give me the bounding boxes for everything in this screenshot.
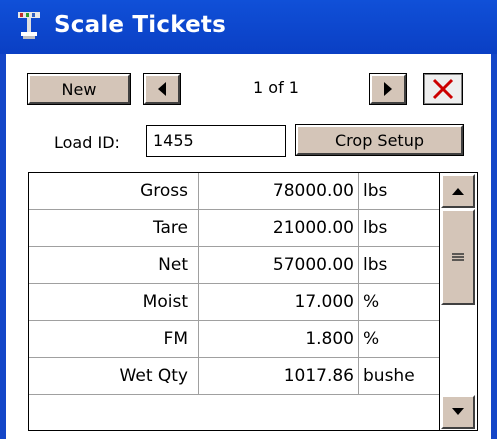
row-unit: % [363,292,380,312]
row-unit: bushe [363,366,415,386]
row-value[interactable]: 57000.00 [199,247,359,283]
triangle-down-icon [452,408,464,415]
row-unit: % [363,329,380,349]
row-unit: lbs [363,181,388,201]
load-id-label: Load ID: [54,133,120,152]
table-row[interactable]: Wet Qty 1017.86 bushe [29,358,439,395]
window-title: Scale Tickets [54,12,226,38]
grip-icon [452,253,464,261]
red-x-icon [432,78,454,100]
row-unit: lbs [363,218,388,238]
scroll-thumb[interactable] [441,209,475,305]
row-unit: lbs [363,255,388,275]
row-value[interactable]: 21000.00 [199,210,359,246]
triangle-right-icon [384,82,392,96]
row-label: Tare [29,210,199,246]
load-id-input[interactable]: 1455 [146,125,286,157]
record-counter: 1 of 1 [253,78,299,97]
row-value[interactable]: 78000.00 [199,173,359,209]
delete-button[interactable] [423,73,463,105]
row-label: FM [29,321,199,357]
ticket-grid[interactable]: Gross 78000.00 lbs Tare 21000.00 lbs Net… [28,172,478,431]
row-label: Wet Qty [29,358,199,394]
table-row[interactable]: Net 57000.00 lbs [29,247,439,284]
scroll-up-button[interactable] [441,174,475,208]
vertical-scrollbar[interactable] [439,173,477,430]
row-label: Net [29,247,199,283]
row-value[interactable]: 1017.86 [199,358,359,394]
scroll-down-button[interactable] [441,395,475,429]
new-button-label: New [61,79,97,99]
row-label: Gross [29,173,199,209]
triangle-left-icon [158,82,166,96]
row-label: Moist [29,284,199,320]
row-value[interactable]: 17.000 [199,284,359,320]
triangle-up-icon [452,188,464,195]
crop-setup-label: Crop Setup [335,130,424,150]
new-button[interactable]: New [27,73,131,105]
table-row[interactable]: Moist 17.000 % [29,284,439,321]
scale-app-icon [18,12,40,39]
form-body: New 1 of 1 Load ID: 1455 Crop Setup Gros… [0,54,497,439]
row-value[interactable]: 1.800 [199,321,359,357]
table-row[interactable]: FM 1.800 % [29,321,439,358]
table-row[interactable]: Tare 21000.00 lbs [29,210,439,247]
crop-setup-button[interactable]: Crop Setup [295,124,464,156]
previous-record-button[interactable] [143,73,181,105]
table-row[interactable]: Gross 78000.00 lbs [29,173,439,210]
title-bar: Scale Tickets [0,0,497,54]
next-record-button[interactable] [369,73,407,105]
